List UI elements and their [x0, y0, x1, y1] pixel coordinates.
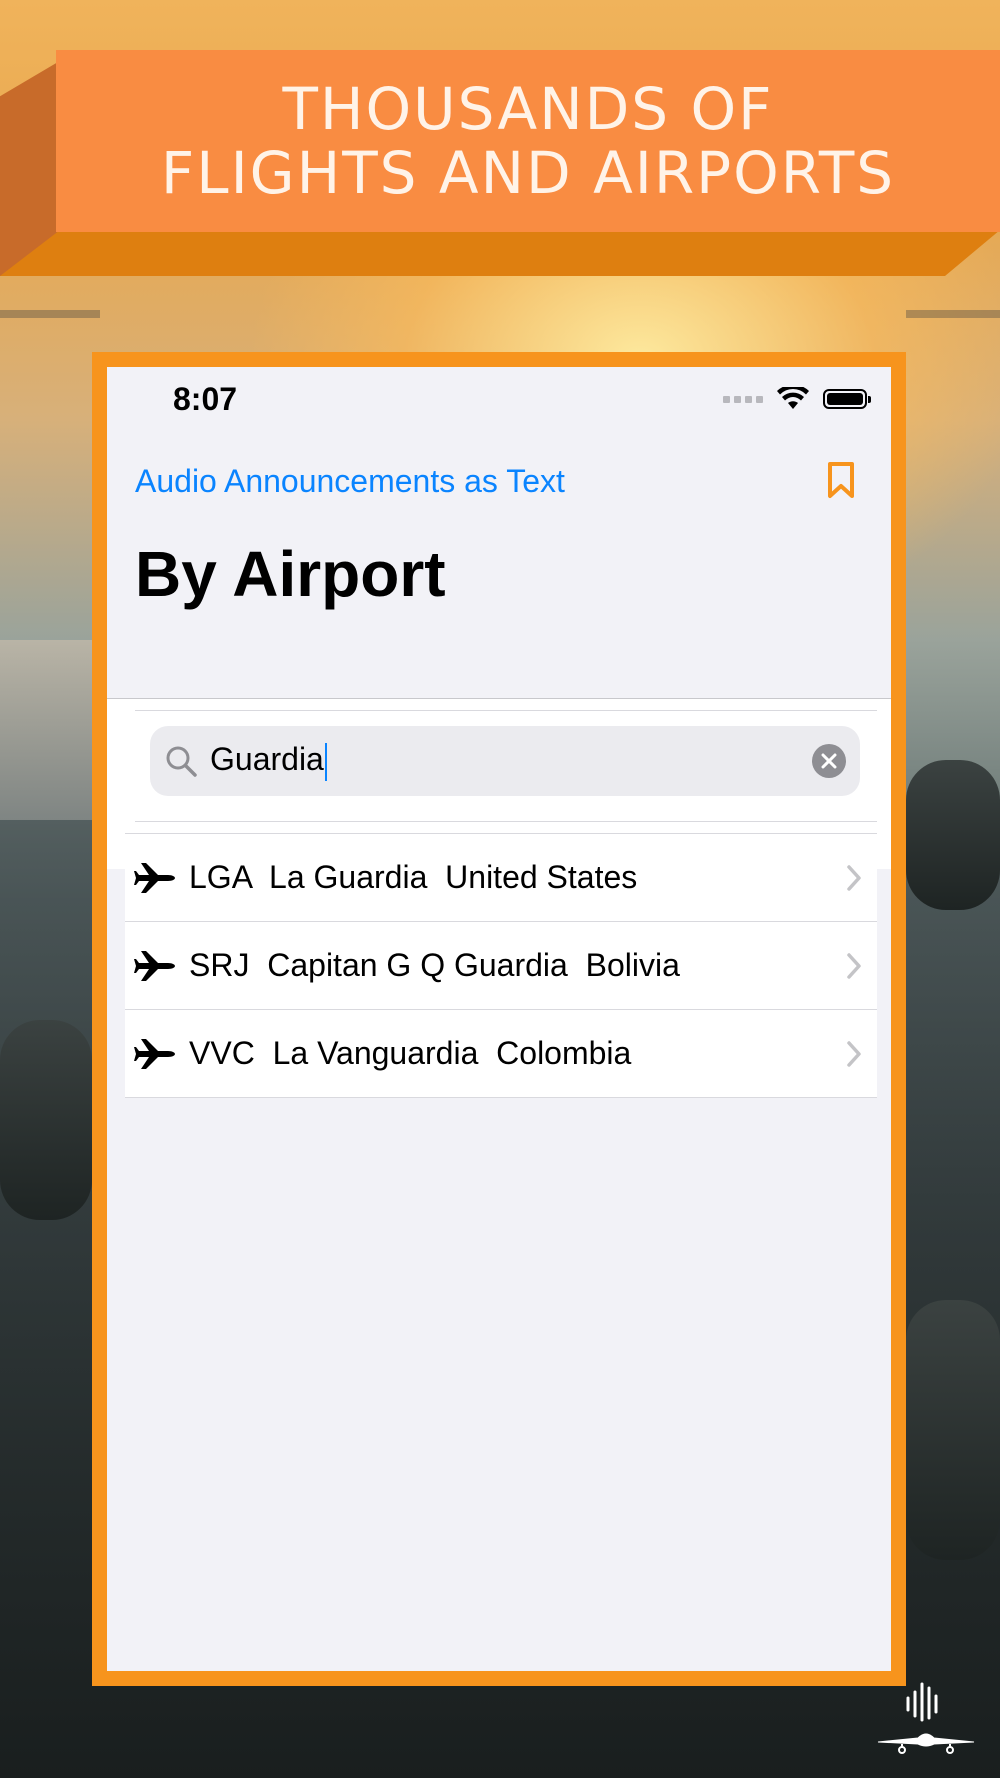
airplane-icon — [134, 950, 175, 981]
page-title: By Airport — [135, 538, 446, 610]
back-button[interactable]: Audio Announcements as Text — [135, 463, 565, 500]
text-caret — [324, 742, 327, 781]
banner-ribbon-fold — [0, 230, 1000, 276]
airport-label: SRJ Capitan G Q Guardia Bolivia — [189, 947, 680, 983]
search-icon — [166, 746, 197, 777]
background-window-frame — [906, 310, 1000, 318]
airport-label: LGA La Guardia United States — [189, 859, 638, 895]
background-seat — [906, 760, 1000, 910]
list-item[interactable]: VVC La Vanguardia Colombia — [125, 1009, 877, 1098]
list-item[interactable]: SRJ Capitan G Q Guardia Bolivia — [125, 921, 877, 1009]
wifi-icon — [777, 387, 809, 409]
banner-line-1: THOUSANDS OF — [282, 75, 774, 143]
cellular-signal-icon — [723, 395, 763, 403]
list-item[interactable]: LGA La Guardia United States — [125, 833, 877, 921]
airport-label: VVC La Vanguardia Colombia — [189, 1035, 632, 1071]
app-logo-icon — [877, 1682, 975, 1754]
status-icons — [723, 387, 871, 411]
app-screen: 8:07 Audio Announcements as Text By Airp… — [107, 367, 891, 1671]
chevron-right-icon — [847, 952, 861, 979]
background-seat — [0, 1020, 92, 1220]
search-field-value[interactable]: Guardia — [210, 741, 812, 781]
chevron-right-icon — [847, 1040, 861, 1067]
search-text: Guardia — [210, 741, 324, 778]
banner-line-2: FLIGHTS AND AIRPORTS — [160, 139, 896, 207]
promo-banner: THOUSANDS OF FLIGHTS AND AIRPORTS — [56, 50, 1000, 232]
bookmark-icon[interactable] — [827, 461, 855, 499]
chevron-right-icon — [847, 864, 861, 891]
search-input[interactable]: Guardia — [150, 726, 860, 796]
banner-headline: THOUSANDS OF FLIGHTS AND AIRPORTS — [161, 77, 895, 205]
divider — [135, 710, 877, 711]
divider — [135, 821, 877, 822]
airplane-icon — [134, 1038, 175, 1069]
status-time: 8:07 — [173, 381, 238, 417]
airport-results-list: LGA La Guardia United States SRJ Capitan… — [125, 833, 877, 1098]
clear-icon[interactable] — [812, 744, 846, 778]
background-tarmac — [0, 640, 100, 820]
background-seat — [906, 1300, 1000, 1560]
airplane-icon — [134, 862, 175, 893]
battery-icon — [823, 389, 871, 409]
background-window-frame — [0, 310, 100, 318]
